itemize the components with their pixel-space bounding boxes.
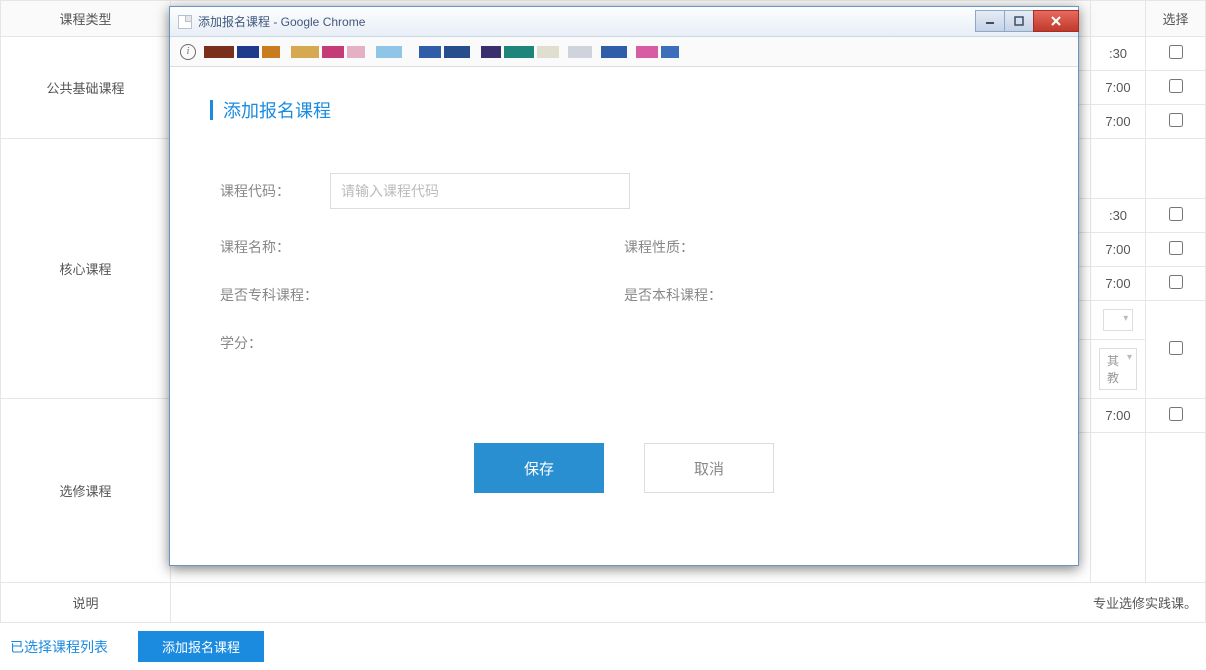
save-button[interactable]: 保存 bbox=[474, 443, 604, 493]
time-cell: 7:00 bbox=[1091, 105, 1146, 139]
label-course-name: 课程名称： bbox=[220, 237, 330, 257]
note-text: 专业选修实践课。 bbox=[171, 583, 1206, 623]
time-cell: :30 bbox=[1091, 37, 1146, 71]
dropdown[interactable] bbox=[1103, 309, 1134, 331]
cell bbox=[1146, 139, 1206, 199]
row-checkbox[interactable] bbox=[1169, 407, 1183, 421]
window-title: 添加报名课程 - Google Chrome bbox=[198, 13, 969, 30]
course-code-input[interactable] bbox=[330, 173, 630, 209]
header-time bbox=[1091, 1, 1146, 37]
header-select: 选择 bbox=[1146, 1, 1206, 37]
window-minimize-button[interactable] bbox=[975, 10, 1005, 32]
address-bar: i bbox=[170, 37, 1078, 67]
label-is-zhuanke: 是否专科课程： bbox=[220, 285, 350, 305]
time-cell: 7:00 bbox=[1091, 233, 1146, 267]
label-is-benke: 是否本科课程： bbox=[624, 285, 722, 305]
dropdown[interactable]: 其教 bbox=[1099, 348, 1137, 390]
label-course-nature: 课程性质： bbox=[624, 237, 694, 257]
window-titlebar: 添加报名课程 - Google Chrome bbox=[170, 7, 1078, 37]
time-cell: 7:00 bbox=[1091, 267, 1146, 301]
time-cell: 7:00 bbox=[1091, 399, 1146, 433]
add-course-dialog: 添加报名课程 - Google Chrome i 添加报名课程 bbox=[169, 6, 1079, 566]
title-accent-bar bbox=[210, 100, 213, 120]
label-credit: 学分： bbox=[220, 333, 330, 353]
cat-elective: 选修课程 bbox=[1, 399, 171, 583]
window-close-button[interactable] bbox=[1033, 10, 1079, 32]
row-checkbox[interactable] bbox=[1169, 207, 1183, 221]
selected-list-link[interactable]: 已选择课程列表 bbox=[10, 637, 108, 657]
row-checkbox[interactable] bbox=[1169, 341, 1183, 355]
page-icon bbox=[178, 15, 192, 29]
cat-public: 公共基础课程 bbox=[1, 37, 171, 139]
window-maximize-button[interactable] bbox=[1004, 10, 1034, 32]
time-cell: :30 bbox=[1091, 199, 1146, 233]
row-checkbox[interactable] bbox=[1169, 79, 1183, 93]
row-checkbox[interactable] bbox=[1169, 45, 1183, 59]
row-checkbox[interactable] bbox=[1169, 241, 1183, 255]
add-course-button[interactable]: 添加报名课程 bbox=[138, 631, 264, 662]
cancel-button[interactable]: 取消 bbox=[644, 443, 774, 493]
url-redacted bbox=[204, 45, 1068, 59]
time-cell: 7:00 bbox=[1091, 71, 1146, 105]
header-type: 课程类型 bbox=[1, 1, 171, 37]
row-checkbox[interactable] bbox=[1169, 113, 1183, 127]
time-cell bbox=[1091, 139, 1146, 199]
cat-core: 核心课程 bbox=[1, 139, 171, 399]
info-icon[interactable]: i bbox=[180, 44, 196, 60]
row-checkbox[interactable] bbox=[1169, 275, 1183, 289]
cell bbox=[1146, 433, 1206, 583]
label-course-code: 课程代码： bbox=[220, 181, 330, 201]
dialog-title: 添加报名课程 bbox=[223, 97, 331, 123]
cell bbox=[1091, 433, 1146, 583]
bottom-bar: 已选择课程列表 添加报名课程 bbox=[0, 623, 1206, 670]
cat-note: 说明 bbox=[1, 583, 171, 623]
